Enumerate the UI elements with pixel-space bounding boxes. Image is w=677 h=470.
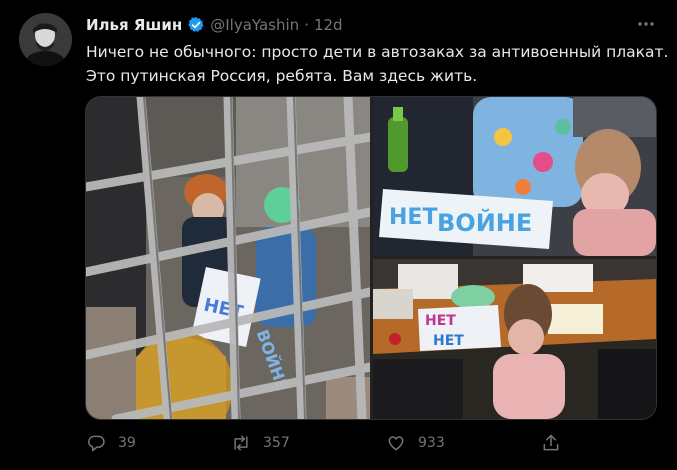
photo-girl-table[interactable]: НЕТ НЕТ xyxy=(373,259,656,419)
photo-van-bars[interactable]: НЕТ ВОЙНЕ xyxy=(86,97,370,419)
more-horizontal-icon xyxy=(638,22,654,26)
photo2-sign-text-2: ВОЙНЕ xyxy=(437,208,532,237)
tweet: Илья Яшин @IlyaYashin · 12d Ничего не об… xyxy=(0,0,677,470)
photo2-sign-text-1: НЕТ xyxy=(389,205,437,230)
share-button[interactable] xyxy=(541,428,561,458)
retweet-button[interactable]: 357 xyxy=(231,428,290,458)
photo3-sign-text-2: НЕТ xyxy=(433,333,464,349)
author-handle[interactable]: @IlyaYashin xyxy=(210,16,299,34)
author-name[interactable]: Илья Яшин xyxy=(86,16,182,34)
heart-icon xyxy=(388,436,404,451)
like-button[interactable]: 933 xyxy=(386,428,445,458)
like-count: 933 xyxy=(418,435,445,451)
photo-kids-sign[interactable]: НЕТ ВОЙНЕ xyxy=(373,97,656,256)
verified-badge-icon xyxy=(188,17,204,32)
separator-dot: · xyxy=(304,16,309,34)
avatar[interactable] xyxy=(19,13,72,66)
tweet-header: Илья Яшин @IlyaYashin · 12d xyxy=(86,14,343,36)
reply-count: 39 xyxy=(118,435,136,451)
reply-icon xyxy=(88,435,105,452)
share-icon xyxy=(543,434,559,451)
timestamp[interactable]: 12d xyxy=(314,16,343,34)
more-options-button[interactable] xyxy=(634,14,658,34)
retweet-icon xyxy=(234,435,248,451)
photo3-sign-text-1: НЕТ xyxy=(425,313,456,329)
reply-button[interactable]: 39 xyxy=(86,428,136,458)
media-grid: НЕТ ВОЙНЕ НЕТ ВОЙНЕ НЕТ НЕТ xyxy=(85,96,657,420)
tweet-actions: 39 357 933 xyxy=(86,428,646,458)
tweet-text-line: Ничего не обычного: просто дети в автоза… xyxy=(86,43,669,61)
tweet-text: Ничего не обычного: просто дети в автоза… xyxy=(86,40,669,88)
tweet-text-line: Это путинская Россия, ребята. Вам здесь … xyxy=(86,67,478,85)
retweet-count: 357 xyxy=(263,435,290,451)
